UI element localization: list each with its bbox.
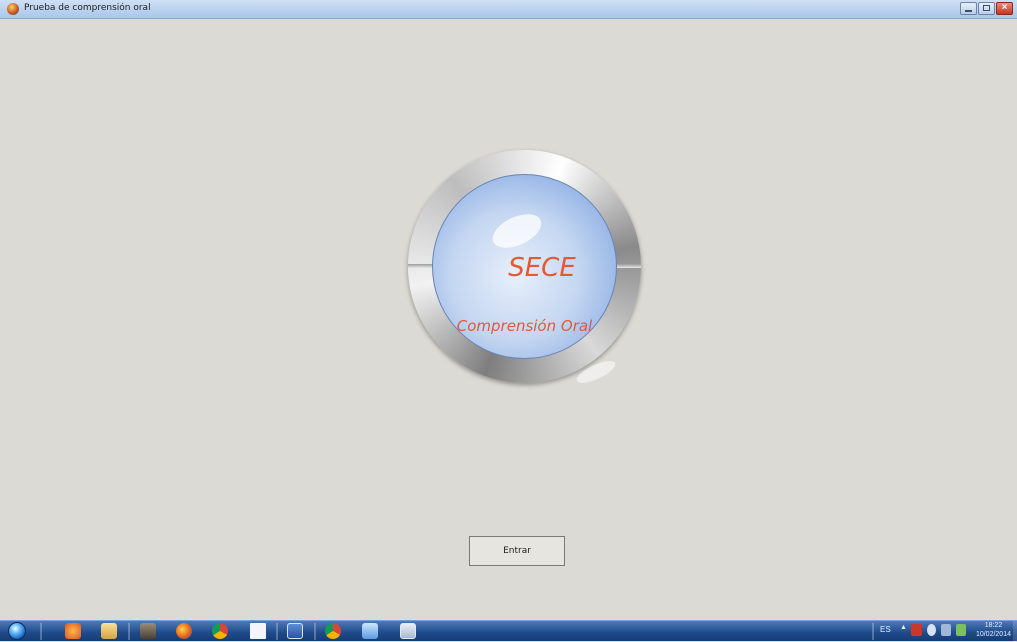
window-controls: × <box>960 2 1013 15</box>
tray-app-icon[interactable] <box>956 624 966 636</box>
taskbar-divider <box>40 623 42 640</box>
taskbar-divider <box>128 623 130 640</box>
logo-lens: SECE Comprensión Oral <box>432 174 618 388</box>
gimp-icon[interactable] <box>140 623 156 639</box>
chrome-icon[interactable] <box>325 623 341 639</box>
chrome-icon[interactable] <box>212 623 228 639</box>
start-button[interactable] <box>8 622 26 640</box>
firefox-icon[interactable] <box>176 623 192 639</box>
taskbar-divider <box>314 623 316 640</box>
tray-volume-icon[interactable] <box>927 624 936 636</box>
tray-security-icon[interactable] <box>911 624 922 636</box>
taskbar: ES ▲ 18:22 10/02/2014 <box>0 620 1017 642</box>
window-titlebar: Prueba de comprensión oral × <box>0 0 1017 19</box>
app-icon <box>7 3 19 15</box>
window-title: Prueba de comprensión oral <box>24 3 151 13</box>
logo-gloss <box>487 207 547 255</box>
taskbar-divider <box>872 623 874 640</box>
language-indicator[interactable]: ES <box>880 625 891 634</box>
maximize-button[interactable] <box>978 2 995 15</box>
maximize-icon <box>983 5 990 11</box>
main-area: SECE Comprensión Oral Entrar <box>8 19 1009 615</box>
tray-time: 18:22 <box>984 622 1003 629</box>
app-window-icon[interactable] <box>400 623 416 639</box>
tray-network-icon[interactable] <box>941 624 951 636</box>
tray-date: 10/02/2014 <box>975 631 1011 638</box>
logo-gloss <box>574 356 618 388</box>
logo-subtitle: Comprensión Oral <box>456 317 593 335</box>
word-icon[interactable] <box>287 623 303 639</box>
close-icon: × <box>1001 2 1008 13</box>
show-desktop-button[interactable] <box>1013 621 1017 642</box>
tray-expand-icon[interactable]: ▲ <box>900 624 907 636</box>
minimize-button[interactable] <box>960 2 977 15</box>
photo-viewer-icon[interactable] <box>362 623 378 639</box>
media-player-icon[interactable] <box>65 623 81 639</box>
taskbar-divider <box>276 623 278 640</box>
minimize-icon <box>965 10 972 12</box>
folder-icon[interactable] <box>101 623 117 639</box>
enter-button[interactable]: Entrar <box>469 536 565 566</box>
tray-clock[interactable]: 18:22 10/02/2014 <box>976 621 1011 639</box>
document-icon[interactable] <box>250 623 266 639</box>
close-button[interactable]: × <box>996 2 1013 15</box>
logo-title: SECE <box>508 253 576 283</box>
sece-logo: SECE Comprensión Oral <box>408 150 641 388</box>
